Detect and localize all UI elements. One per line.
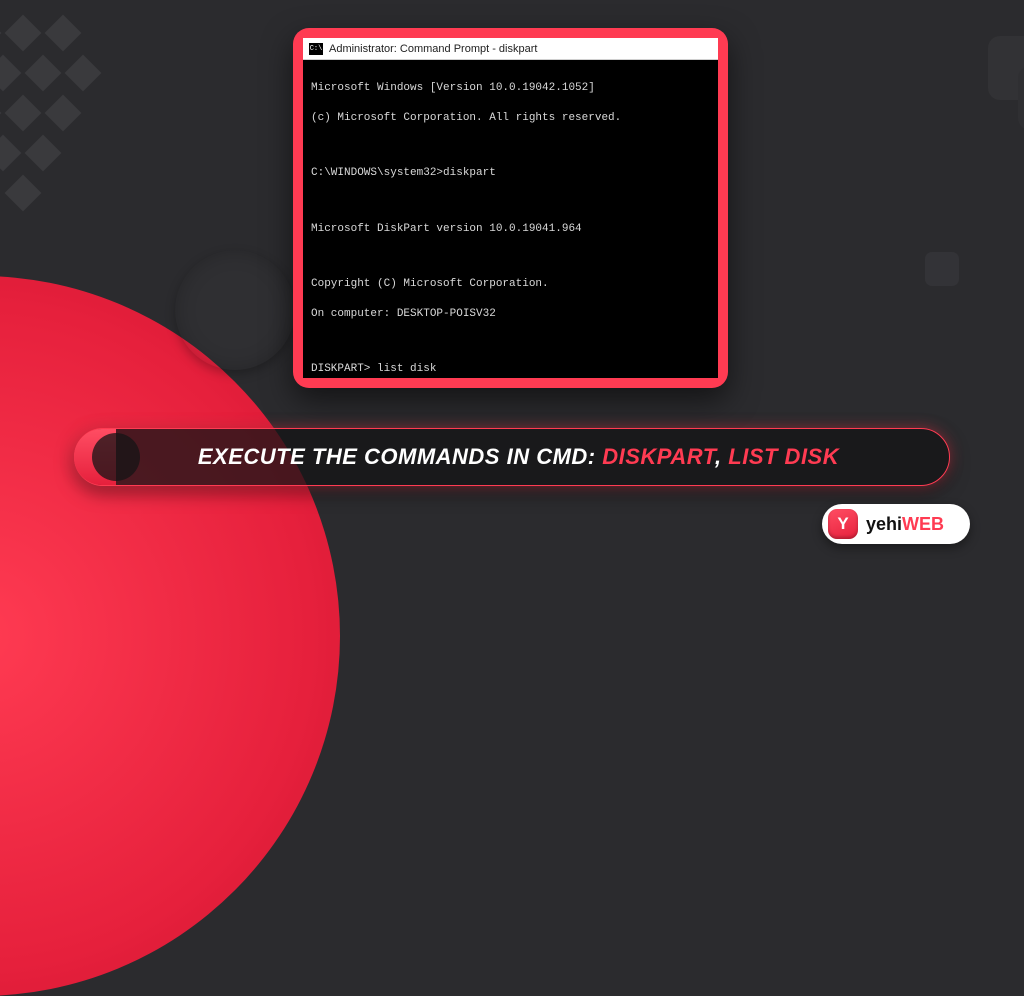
brand-name: yehiWEB [866, 514, 944, 535]
red-circle-accent [0, 276, 340, 996]
window-titlebar[interactable]: C:\ Administrator: Command Prompt - disk… [303, 38, 718, 60]
diamond-pattern [0, 20, 170, 260]
ghost-circle [175, 250, 295, 370]
brand-name-part: WEB [902, 514, 944, 534]
caption-bar: EXECUTE THE COMMANDS IN CMD: DISKPART, L… [74, 428, 950, 486]
brand-logo-glyph: Y [837, 514, 848, 534]
caption-text: EXECUTE THE COMMANDS IN CMD: DISKPART, L… [116, 444, 949, 470]
caption-prefix: EXECUTE THE COMMANDS IN CMD: [198, 444, 602, 469]
console-prompt: DISKPART> list disk [311, 362, 710, 377]
brand-badge[interactable]: Y yehiWEB [822, 504, 970, 544]
console-line: (c) Microsoft Corporation. All rights re… [311, 111, 710, 126]
window-title: Administrator: Command Prompt - diskpart [329, 43, 537, 55]
console-prompt: C:\WINDOWS\system32>diskpart [311, 166, 710, 181]
console-line: Microsoft DiskPart version 10.0.19041.96… [311, 222, 710, 237]
caption-pill-accent [74, 429, 116, 485]
console-output[interactable]: Microsoft Windows [Version 10.0.19042.10… [303, 60, 718, 378]
caption-command: DISKPART [602, 444, 715, 469]
console-line: On computer: DESKTOP-POISV32 [311, 307, 710, 322]
brand-logo-icon: Y [828, 509, 858, 539]
command-prompt-window[interactable]: C:\ Administrator: Command Prompt - disk… [303, 38, 718, 378]
small-square [925, 252, 959, 286]
console-line: Copyright (C) Microsoft Corporation. [311, 277, 710, 292]
console-line: Microsoft Windows [Version 10.0.19042.10… [311, 81, 710, 96]
caption-command: LIST DISK [728, 444, 839, 469]
caption-separator: , [715, 444, 728, 469]
brand-name-part: yehi [866, 514, 902, 534]
terminal-frame: C:\ Administrator: Command Prompt - disk… [293, 28, 728, 388]
cmd-icon: C:\ [309, 43, 323, 55]
